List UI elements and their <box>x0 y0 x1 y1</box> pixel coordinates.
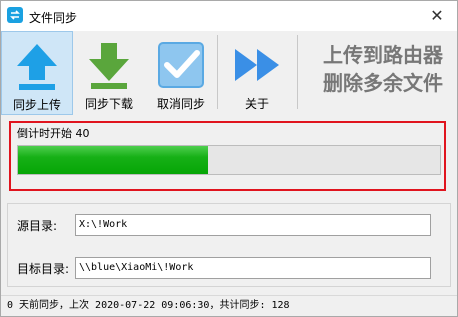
slogan: 上传到路由器 删除多余文件 <box>313 41 453 97</box>
sync-upload-label: 同步上传 <box>12 98 61 112</box>
countdown-label: 倒计时开始 40 <box>17 127 90 140</box>
sync-upload-button[interactable]: 同步上传 <box>1 31 73 115</box>
slogan-line-1: 上传到路由器 <box>323 43 443 67</box>
cancel-sync-button[interactable]: 取消同步 <box>145 31 217 115</box>
window-title: 文件同步 <box>29 11 78 25</box>
toolbar-divider <box>217 35 218 109</box>
download-arrow-icon <box>89 43 129 89</box>
status-bar: 0 天前同步，上次 2020-07-22 09:06:30，共计同步: 128 <box>1 295 457 316</box>
sync-progress-fill <box>18 146 208 174</box>
app-window: 文件同步 ✕ 同步上传 同步下载 取消同步 关于 上传到路由器 删除多余文件 倒… <box>0 0 458 317</box>
fast-forward-icon <box>235 49 279 81</box>
sync-download-button[interactable]: 同步下载 <box>73 31 145 115</box>
toolbar-divider-2 <box>297 35 298 109</box>
target-dir-label: 目标目录: <box>17 262 70 276</box>
sync-progress-bar <box>17 145 441 175</box>
source-dir-field[interactable]: X:\!Work <box>75 214 431 236</box>
checkbox-check-icon <box>158 42 204 88</box>
sync-app-icon <box>7 7 23 23</box>
close-button[interactable]: ✕ <box>417 1 457 31</box>
sync-download-label: 同步下载 <box>84 97 133 111</box>
source-dir-label: 源目录: <box>17 219 58 233</box>
about-label: 关于 <box>244 97 269 111</box>
upload-arrow-icon <box>17 44 57 90</box>
target-dir-field[interactable]: \\blue\XiaoMi\!Work <box>75 257 431 279</box>
title-bar: 文件同步 ✕ <box>1 1 457 31</box>
cancel-sync-label: 取消同步 <box>156 97 205 111</box>
toolbar: 同步上传 同步下载 取消同步 关于 上传到路由器 删除多余文件 <box>1 31 457 115</box>
slogan-line-2: 删除多余文件 <box>323 71 443 95</box>
about-button[interactable]: 关于 <box>221 31 293 115</box>
